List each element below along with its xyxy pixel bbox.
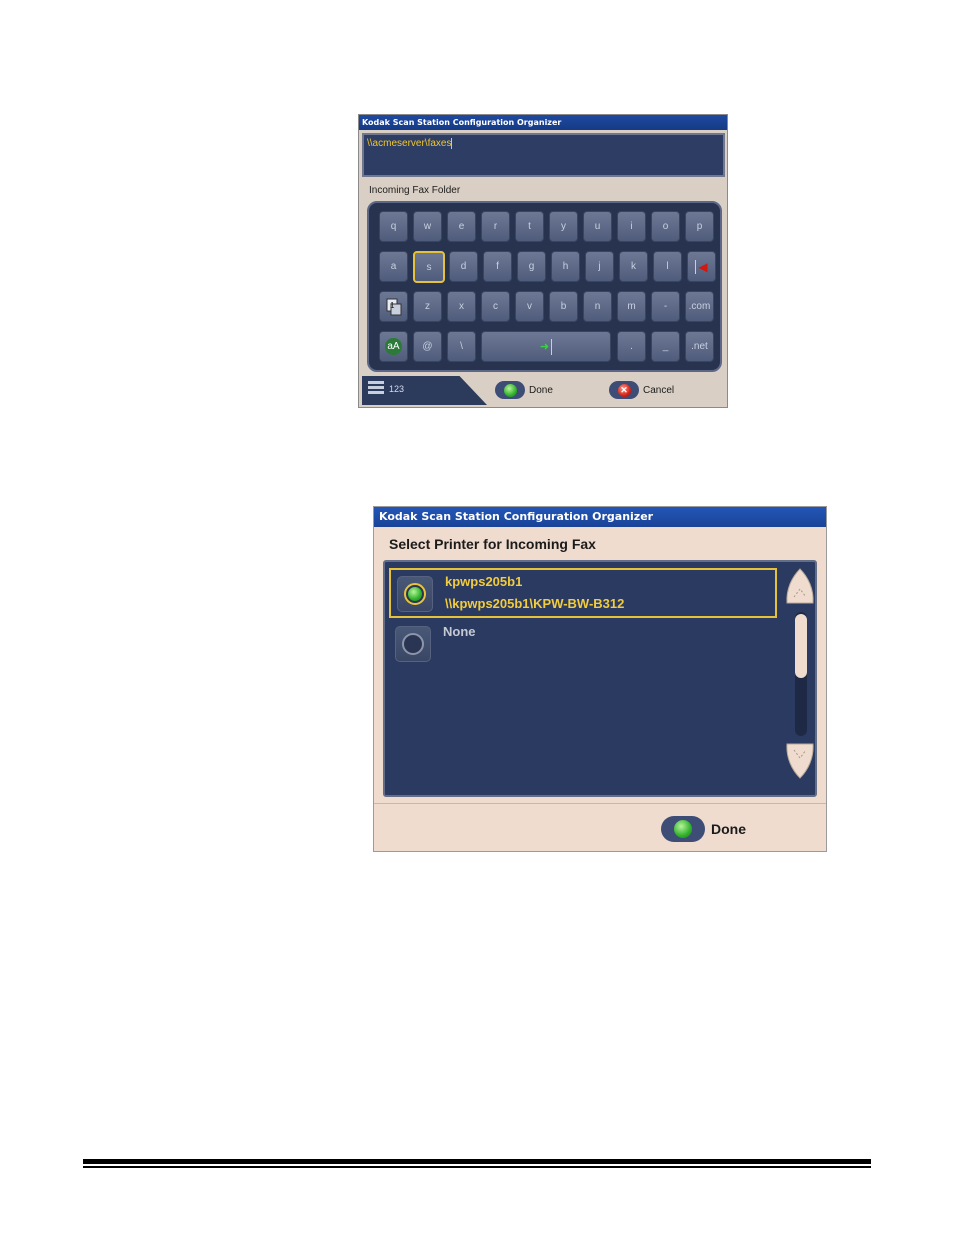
radio-button[interactable]	[395, 626, 431, 662]
scroll-up-icon	[786, 568, 814, 604]
keyboard-dialog: Kodak Scan Station Configuration Organiz…	[358, 114, 728, 408]
key-p[interactable]: p	[685, 211, 714, 242]
key-v[interactable]: v	[515, 291, 544, 322]
scroll-thumb[interactable]	[795, 614, 807, 678]
key-k[interactable]: k	[619, 251, 648, 282]
scroll-down-button[interactable]	[784, 740, 816, 780]
shift-key[interactable]: 1	[379, 291, 408, 322]
printer-name: kpwps205b1	[445, 574, 523, 589]
radio-selected-icon	[404, 583, 426, 605]
on-screen-keyboard: q w e r t y u i o p a s d f g h j k l ◀ …	[367, 201, 722, 372]
printer-done-button[interactable]: Done	[661, 816, 746, 842]
printer-item-none[interactable]: None	[389, 620, 777, 670]
field-label: Incoming Fax Folder	[369, 185, 461, 196]
key-a[interactable]: a	[379, 251, 408, 282]
key-h[interactable]: h	[551, 251, 580, 282]
shift-icon: 1	[386, 298, 401, 315]
printer-dialog-footer: Done	[374, 803, 826, 851]
key-i[interactable]: i	[617, 211, 646, 242]
space-key[interactable]: ➜	[481, 331, 611, 362]
radio-button[interactable]	[397, 576, 433, 612]
printer-item-kpwps205b1[interactable]: kpwps205b1 \\kpwps205b1\KPW-BW-B312	[389, 568, 777, 618]
key-w[interactable]: w	[413, 211, 442, 242]
key-d[interactable]: d	[449, 251, 478, 282]
key-at[interactable]: @	[413, 331, 442, 362]
key-g[interactable]: g	[517, 251, 546, 282]
scroll-down-icon	[786, 743, 814, 779]
cancel-label: Cancel	[643, 384, 675, 396]
printer-dialog-title: Kodak Scan Station Configuration Organiz…	[374, 507, 826, 527]
key-f[interactable]: f	[483, 251, 512, 282]
keyboard-bottom-bar: 123 Done ✕ Cancel	[359, 374, 727, 407]
key-backslash[interactable]: \	[447, 331, 476, 362]
printer-path: \\kpwps205b1\KPW-BW-B312	[445, 596, 625, 611]
footer-rule-thick	[83, 1159, 871, 1164]
text-caret	[451, 138, 453, 149]
space-arrow-icon: ➜	[539, 341, 550, 353]
done-icon	[661, 816, 705, 842]
key-dotcom[interactable]: .com	[685, 291, 714, 322]
radio-unselected-icon	[402, 633, 424, 655]
key-x[interactable]: x	[447, 291, 476, 322]
backspace-key[interactable]: ◀	[687, 251, 716, 282]
printer-dialog: Kodak Scan Station Configuration Organiz…	[373, 506, 827, 852]
list-icon	[368, 381, 384, 399]
numeric-tab-label: 123	[389, 384, 405, 394]
key-e[interactable]: e	[447, 211, 476, 242]
scroll-up-button[interactable]	[784, 567, 816, 607]
key-t[interactable]: t	[515, 211, 544, 242]
key-period[interactable]: .	[617, 331, 646, 362]
done-icon	[495, 381, 525, 399]
key-n[interactable]: n	[583, 291, 612, 322]
keyboard-dialog-title: Kodak Scan Station Configuration Organiz…	[359, 115, 727, 130]
key-m[interactable]: m	[617, 291, 646, 322]
backspace-arrow-icon: ◀	[698, 259, 708, 274]
scrollbar[interactable]	[795, 612, 807, 736]
key-b[interactable]: b	[549, 291, 578, 322]
key-q[interactable]: q	[379, 211, 408, 242]
cancel-button[interactable]: ✕ Cancel	[609, 380, 674, 400]
key-c[interactable]: c	[481, 291, 510, 322]
key-dash[interactable]: -	[651, 291, 680, 322]
key-o[interactable]: o	[651, 211, 680, 242]
key-z[interactable]: z	[413, 291, 442, 322]
svg-text:1: 1	[390, 301, 395, 310]
key-dotnet[interactable]: .net	[685, 331, 714, 362]
cancel-icon: ✕	[609, 381, 639, 399]
printer-done-label: Done	[711, 821, 746, 837]
key-j[interactable]: j	[585, 251, 614, 282]
case-toggle-icon: aA	[385, 338, 402, 355]
footer-rule-thin	[83, 1166, 871, 1168]
key-underscore[interactable]: _	[651, 331, 680, 362]
numeric-tab[interactable]: 123	[362, 376, 487, 405]
cursor-icon	[551, 338, 553, 355]
done-label: Done	[529, 384, 553, 396]
done-button[interactable]: Done	[495, 380, 553, 400]
folder-text-input[interactable]: \\acmeserver\faxes	[362, 133, 725, 177]
printer-dialog-header: Select Printer for Incoming Fax	[389, 536, 596, 552]
backspace-bar-icon	[695, 259, 697, 274]
case-toggle-key[interactable]: aA	[379, 331, 408, 362]
folder-text-value: \\acmeserver\faxes	[367, 138, 452, 150]
printer-name: None	[443, 624, 476, 639]
key-s[interactable]: s	[413, 251, 445, 283]
key-r[interactable]: r	[481, 211, 510, 242]
key-l[interactable]: l	[653, 251, 682, 282]
key-u[interactable]: u	[583, 211, 612, 242]
printer-list: kpwps205b1 \\kpwps205b1\KPW-BW-B312 None	[383, 560, 817, 797]
key-y[interactable]: y	[549, 211, 578, 242]
